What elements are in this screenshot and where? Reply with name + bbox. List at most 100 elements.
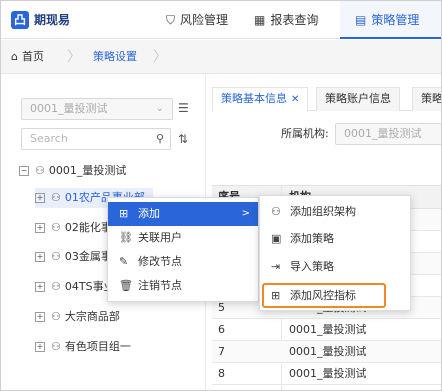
expand-node-icon[interactable]: + [35,282,45,292]
tab-strategy-more[interactable]: 策略 [412,87,442,111]
shield-icon: ⛉ [166,13,176,27]
tree-node-root[interactable]: − ⚇ 0001_量投测试 [19,161,126,181]
org-field-input[interactable]: 0001_量投测试 [335,123,441,145]
breadcrumb-current[interactable]: 策略设置 [93,40,137,74]
nav-report-query[interactable]: ▦ 报表查询 [254,1,318,39]
breadcrumb: ⌂ 首页 〉 策略设置 〉 [1,40,441,74]
tab-strategy-basic-info[interactable]: 策略基本信息 ✕ [212,87,309,112]
edit-icon: ✎ [119,255,129,268]
nav-strategy-management[interactable]: ▤ 策略管理 [340,1,441,39]
search-icon[interactable]: ⚲ [156,129,164,149]
link-icon: ⛓ [119,231,133,244]
org-node-icon: ⚇ [51,310,61,323]
tree-node-label: 02能化事 [64,221,112,234]
collapse-node-icon[interactable]: − [19,166,29,176]
top-navigation: 凸 期现易 ⛉ 风险管理 ▦ 报表查询 ▤ 策略管理 [1,1,441,39]
tree-node-label: 有色项目组一 [64,340,131,353]
import-icon: ⇥ [271,260,281,273]
tree-node[interactable]: + ⚇ 04TS事业 [35,277,115,297]
submenu-item-add-strategy[interactable]: ▣ 添加策略 [260,227,410,251]
tree-context-menu: ⊞ 添加 > ⛓ 关联用户 ✎ 修改节点 🗑 注销节点 [107,197,259,302]
cell-index: 7 [218,345,225,358]
submenu-arrow-icon: > [241,208,250,219]
collapse-tree-icon[interactable]: ☰ [178,101,192,115]
menu-item-delete-node[interactable]: 🗑 注销节点 [108,274,258,298]
brand-name: 期现易 [34,13,71,27]
submenu-item-label: 导入策略 [290,260,334,273]
trash-icon: 🗑 [119,279,133,292]
menu-item-edit-node[interactable]: ✎ 修改节点 [108,250,258,274]
expand-node-icon[interactable]: + [35,223,45,233]
tree-node-label: 03金属事 [64,250,112,263]
app-logo: 凸 [11,11,29,29]
tab-label: 策略基本信息 [221,92,287,105]
org-node-icon: ⚇ [51,191,61,204]
submenu-item-import-strategy[interactable]: ⇥ 导入策略 [260,255,410,279]
breadcrumb-separator: 〉 [153,49,167,65]
cell-index: 8 [218,367,225,380]
account-select-value: 0001_量投测试 [30,102,108,115]
menu-item-label: 注销节点 [138,279,182,292]
cell-org: 0001_量投测试 [289,367,367,380]
submenu-item-label: 添加组织架构 [290,205,356,218]
tree-search-input[interactable]: Search ⚲ [21,128,171,150]
tree-node[interactable]: + ⚇ 02能化事 [35,218,112,238]
submenu-item-add-org[interactable]: ⚇ 添加组织架构 [260,200,410,224]
table-row[interactable]: 7 0001_量投测试 [212,341,441,363]
table-row[interactable]: 6 0001_量投测试 [212,319,441,341]
active-nav-indicator [340,37,441,39]
cell-org: 0001_量投测试 [289,323,367,336]
expand-node-icon[interactable]: + [35,312,45,322]
org-field-label: 所属机构: [281,127,329,140]
account-select[interactable]: 0001_量投测试 ⌄ [21,98,173,120]
org-node-icon: ⚇ [51,250,61,263]
cell-org: 0001_量投测试 [289,345,367,358]
tab-strategy-account-info[interactable]: 策略账户信息 [316,87,400,111]
app-window: 凸 期现易 ⛉ 风险管理 ▦ 报表查询 ▤ 策略管理 ⌂ 首页 〉 策略设置 〉 000… [0,0,442,391]
tab-label: 策略账户信息 [325,92,391,105]
strategy-icon: ▣ [271,232,282,245]
submenu-item-label: 添加风控指标 [290,289,356,302]
nav-risk-management[interactable]: ⛉ 风险管理 [166,1,228,39]
risk-indicator-icon: ⊞ [271,289,281,302]
table-row[interactable]: 8 0001_量投测试 [212,363,441,385]
close-icon[interactable]: ✕ [291,94,299,105]
submenu-item-add-risk-indicator[interactable]: ⊞ 添加风控指标 [260,284,410,308]
menu-item-label: 修改节点 [138,255,182,268]
tree-node[interactable]: + ⚇ 大宗商品部 [35,307,120,327]
nav-report-label: 报表查询 [270,13,319,27]
nav-strategy-label: 策略管理 [371,13,420,27]
tree-node-label: 大宗商品部 [64,310,120,323]
sort-icon[interactable]: ⇅ [178,131,192,147]
expand-node-icon[interactable]: + [35,193,45,203]
chevron-down-icon: ⌄ [155,103,164,114]
expand-node-icon[interactable]: + [35,252,45,262]
breadcrumb-home-label: 首页 [21,50,44,63]
tree-node-label: 0001_量投测试 [48,164,127,177]
plus-doc-icon: ⊞ [119,207,129,220]
menu-item-add[interactable]: ⊞ 添加 > [108,202,258,226]
grid-icon: ▦ [254,13,266,27]
add-submenu: ⚇ 添加组织架构 ▣ 添加策略 ⇥ 导入策略 ⊞ 添加风控指标 [259,195,411,311]
tree-search-placeholder: Search [30,132,68,145]
expand-node-icon[interactable]: + [35,342,45,352]
tree-node[interactable]: + ⚇ 03金属事 [35,247,112,267]
org-node-icon: ⚇ [51,280,61,293]
breadcrumb-home[interactable]: ⌂ 首页 [11,40,44,74]
org-node-icon: ⚇ [51,340,61,353]
nav-risk-label: 风险管理 [180,13,229,27]
org-node-icon: ⚇ [35,164,45,177]
menu-item-label: 添加 [138,207,160,220]
cell-index: 6 [218,323,225,336]
menu-item-label: 关联用户 [138,231,182,244]
menu-item-link-user[interactable]: ⛓ 关联用户 [108,226,258,250]
document-icon: ▤ [355,13,367,27]
org-node-icon: ⚇ [51,221,61,234]
tab-label: 策略 [421,92,442,105]
org-tree-icon: ⚇ [271,205,281,218]
tree-node[interactable]: + ⚇ 有色项目组一 [35,337,131,357]
detail-tabs: 策略基本信息 ✕ 策略账户信息 策略 [212,87,442,112]
submenu-item-label: 添加策略 [290,232,334,245]
breadcrumb-separator: 〉 [67,49,81,65]
home-icon: ⌂ [11,50,18,63]
